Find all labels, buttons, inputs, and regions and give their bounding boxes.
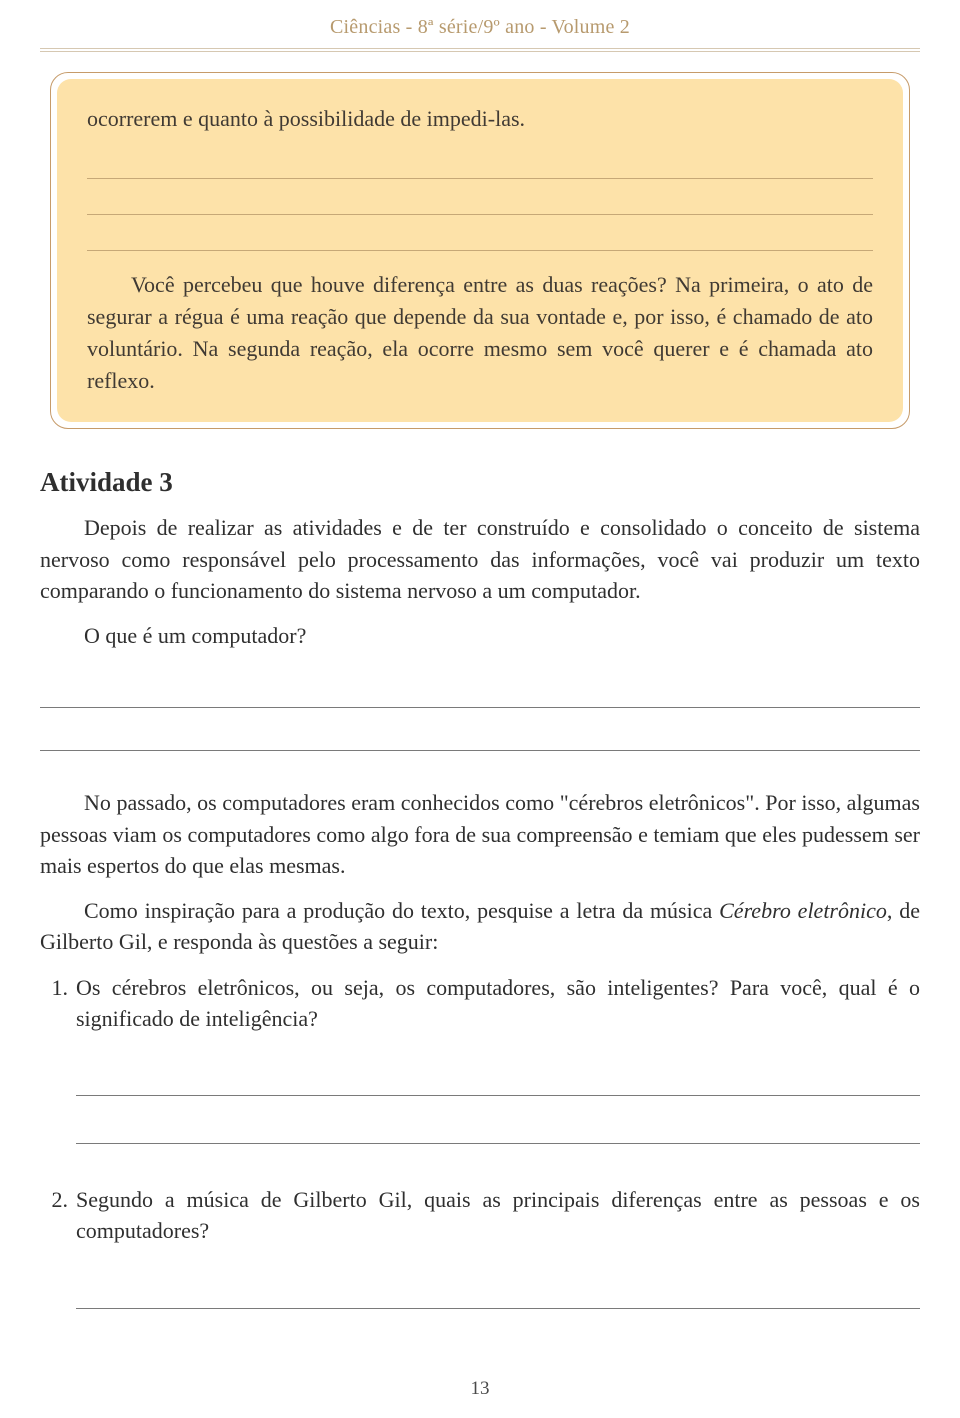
answer-line[interactable] (87, 143, 873, 179)
answer-line[interactable] (76, 1096, 920, 1144)
question-number: 1. (40, 972, 68, 1034)
question-1: 1. Os cérebros eletrônicos, ou seja, os … (40, 972, 920, 1034)
header-divider (40, 48, 920, 52)
activity-title: Atividade 3 (40, 467, 920, 498)
question-number: 2. (40, 1184, 68, 1246)
activity-paragraph-4a: Como inspiração para a produção do texto… (84, 898, 719, 923)
activity-paragraph-4: Como inspiração para a produção do texto… (40, 895, 920, 957)
answer-line[interactable] (40, 665, 920, 708)
box-paragraph-1: ocorrerem e quanto à possibilidade de im… (87, 103, 873, 135)
question-list: 1. Os cérebros eletrônicos, ou seja, os … (40, 972, 920, 1309)
answer-line[interactable] (87, 215, 873, 251)
activity-paragraph-1: Depois de realizar as atividades e de te… (40, 512, 920, 606)
question-text: Os cérebros eletrônicos, ou seja, os com… (76, 972, 920, 1034)
answer-line[interactable] (76, 1048, 920, 1096)
page-number: 13 (0, 1378, 960, 1400)
box-paragraph-2: Você percebeu que houve diferença entre … (87, 269, 873, 397)
question-2: 2. Segundo a música de Gilberto Gil, qua… (40, 1184, 920, 1246)
question-2-answer-lines (76, 1261, 920, 1309)
activity-paragraph-3: No passado, os computadores eram conheci… (40, 787, 920, 881)
music-title: Cérebro eletrônico (719, 898, 887, 923)
page-header-title: Ciências - 8ª série/9º ano - Volume 2 (0, 16, 960, 39)
question-1-answer-lines (76, 1048, 920, 1144)
page-content: ocorrerem e quanto à possibilidade de im… (0, 0, 960, 1309)
box-answer-lines (87, 143, 873, 251)
highlight-box-outer: ocorrerem e quanto à possibilidade de im… (50, 72, 910, 429)
answer-line[interactable] (87, 179, 873, 215)
highlight-box-inner: ocorrerem e quanto à possibilidade de im… (57, 79, 903, 422)
answer-line[interactable] (40, 708, 920, 751)
answer-line[interactable] (76, 1261, 920, 1309)
activity-paragraph-2: O que é um computador? (40, 620, 920, 651)
question-text: Segundo a música de Gilberto Gil, quais … (76, 1184, 920, 1246)
activity-answer-lines (40, 665, 920, 751)
